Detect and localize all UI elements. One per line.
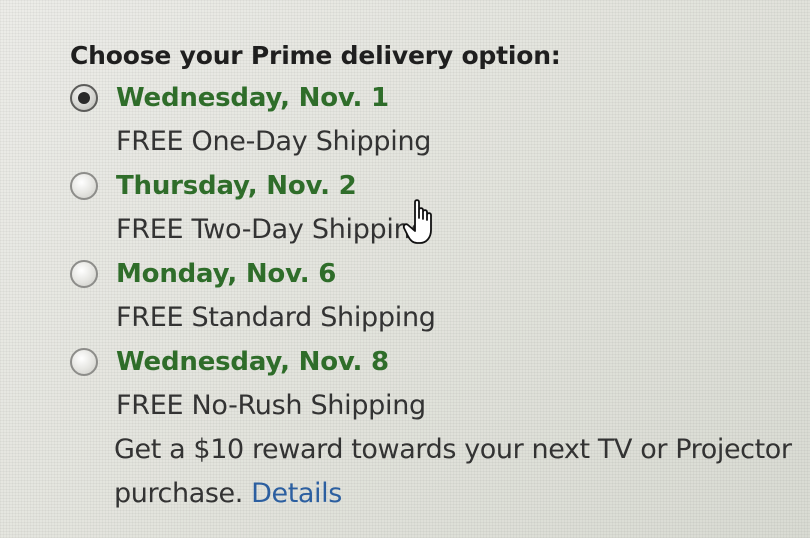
delivery-date-label[interactable]: Wednesday, Nov. 1 [116, 76, 389, 120]
delivery-option[interactable]: Monday, Nov. 6 FREE Standard Shipping [70, 252, 800, 340]
radio-button[interactable] [70, 348, 98, 376]
delivery-date-label[interactable]: Thursday, Nov. 2 [116, 164, 357, 208]
shipping-type-label: FREE Standard Shipping [116, 302, 436, 333]
delivery-date-label[interactable]: Monday, Nov. 6 [116, 252, 336, 296]
delivery-option-row[interactable]: Wednesday, Nov. 1 [70, 76, 800, 120]
delivery-option-row[interactable]: Monday, Nov. 6 [70, 252, 800, 296]
delivery-option-row[interactable]: Wednesday, Nov. 8 [70, 340, 800, 384]
reward-promo-text: Get a $10 reward towards your next TV or… [114, 434, 792, 509]
radio-button-selected[interactable] [70, 84, 98, 112]
shipping-type-label: FREE Two-Day Shipping [116, 214, 428, 245]
delivery-option[interactable]: Wednesday, Nov. 8 FREE No-Rush Shipping [70, 340, 800, 428]
delivery-option[interactable]: Wednesday, Nov. 1 FREE One-Day Shipping [70, 76, 800, 164]
radio-button[interactable] [70, 260, 98, 288]
hand-pointer-cursor-icon [402, 199, 432, 244]
shipping-type-label: FREE One-Day Shipping [116, 126, 432, 157]
delivery-options-panel: Choose your Prime delivery option: Wedne… [70, 36, 800, 516]
delivery-options-heading: Choose your Prime delivery option: [70, 41, 561, 70]
radio-dot [78, 92, 90, 104]
reward-promo: Get a $10 reward towards your next TV or… [114, 428, 794, 516]
shipping-type-label: FREE No-Rush Shipping [116, 390, 426, 421]
details-link[interactable]: Details [251, 478, 342, 509]
delivery-date-label[interactable]: Wednesday, Nov. 8 [116, 340, 389, 384]
radio-button[interactable] [70, 172, 98, 200]
